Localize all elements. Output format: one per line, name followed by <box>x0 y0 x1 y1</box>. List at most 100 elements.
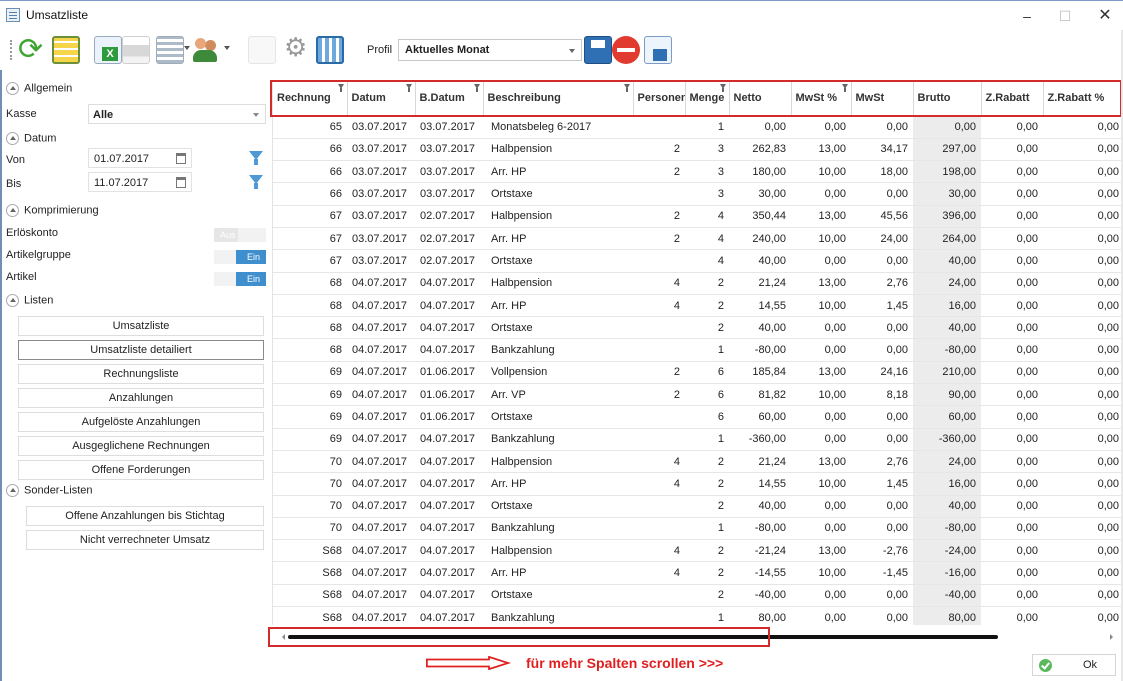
table-cell <box>633 316 685 340</box>
users-icon[interactable] <box>192 36 220 64</box>
filter-icon[interactable] <box>248 150 264 166</box>
column-header-beschreibung[interactable]: Beschreibung <box>483 80 634 117</box>
columns-icon[interactable] <box>316 36 344 64</box>
table-row[interactable]: 69 04.07.2017 01.06.2017 Ortstaxe 6 60,00 0,00… <box>273 405 1123 429</box>
column-header-z-rabatt[interactable]: Z.Rabatt % <box>1043 80 1123 117</box>
list-button-offene-anzahlungen-stichtag[interactable]: Offene Anzahlungen bis Stichtag <box>26 506 264 526</box>
scrollbar-thumb[interactable] <box>288 635 998 639</box>
filter-icon[interactable] <box>473 84 480 92</box>
list-button-umsatzliste-detailiert[interactable]: Umsatzliste detailiert <box>18 340 264 360</box>
column-header-mwst[interactable]: MwSt <box>851 80 914 117</box>
column-header-personen[interactable]: Personen <box>633 80 686 117</box>
delete-icon[interactable] <box>612 36 640 64</box>
section-sonder-listen[interactable]: Sonder-Listen <box>6 484 93 502</box>
horizontal-scrollbar[interactable] <box>272 628 1123 646</box>
erloeskonto-toggle[interactable]: Aus <box>214 228 266 242</box>
table-row[interactable]: 65 03.07.2017 03.07.2017 Monatsbeleg 6-2017… <box>273 116 1123 139</box>
table-row[interactable]: 66 03.07.2017 03.07.2017 Ortstaxe 3 30,00 0,00… <box>273 182 1123 206</box>
chevron-down-icon[interactable] <box>184 46 190 50</box>
table-row[interactable]: 69 04.07.2017 04.07.2017 Bankzahlung 1 -360,0… <box>273 428 1123 451</box>
table-row[interactable]: 70 04.07.2017 04.07.2017 Ortstaxe 2 40,00 0,00… <box>273 495 1123 518</box>
table-cell: 04.07.2017 <box>415 294 483 318</box>
bis-date-input[interactable]: 11.07.2017 <box>88 172 192 192</box>
table-cell: -40,00 <box>729 584 791 608</box>
list-icon[interactable] <box>156 36 184 64</box>
scroll-right-icon[interactable] <box>1110 634 1113 640</box>
artikelgruppe-toggle[interactable]: Ein <box>214 250 266 264</box>
column-header-mwst[interactable]: MwSt % <box>791 80 852 117</box>
column-header-rechnung[interactable]: Rechnung <box>273 80 348 117</box>
table-row[interactable]: 67 03.07.2017 02.07.2017 Arr. HP 2 4 240,00 10,… <box>273 227 1123 251</box>
table-row[interactable]: 67 03.07.2017 02.07.2017 Halbpension 2 4 350,4… <box>273 205 1123 228</box>
calendar-icon[interactable] <box>176 153 186 164</box>
filter-icon[interactable] <box>841 84 848 92</box>
table-row[interactable]: S68 04.07.2017 04.07.2017 Arr. HP 4 2 -14,55 10… <box>273 561 1123 585</box>
save-as-icon[interactable] <box>644 36 672 64</box>
collapse-icon[interactable] <box>6 82 19 95</box>
toolbar-grip[interactable] <box>10 40 13 60</box>
chevron-down-icon[interactable] <box>224 46 230 50</box>
column-header-menge[interactable]: Menge <box>685 80 730 117</box>
collapse-icon[interactable] <box>6 484 19 497</box>
column-header-netto[interactable]: Netto <box>729 80 792 117</box>
table-row[interactable]: S68 04.07.2017 04.07.2017 Bankzahlung 1 80,00… <box>273 606 1123 625</box>
list-button-aufgeloeste-anzahlungen[interactable]: Aufgelöste Anzahlungen <box>18 412 264 432</box>
table-row[interactable]: S68 04.07.2017 04.07.2017 Halbpension 4 2 -21,… <box>273 539 1123 563</box>
section-datum[interactable]: Datum <box>6 132 56 150</box>
list-button-nicht-verrechneter-umsatz[interactable]: Nicht verrechneter Umsatz <box>26 530 264 550</box>
column-header-z-rabatt[interactable]: Z.Rabatt <box>981 80 1044 117</box>
table-row[interactable]: 69 04.07.2017 01.06.2017 Arr. VP 2 6 81,82 10,0… <box>273 383 1123 407</box>
profile-select[interactable]: Aktuelles Monat <box>398 39 582 61</box>
minimize-button[interactable]: – <box>1012 5 1042 27</box>
filter-icon[interactable] <box>405 84 412 92</box>
table-cell: Arr. HP <box>483 472 633 496</box>
artikel-toggle[interactable]: Ein <box>214 272 266 286</box>
settings-icon[interactable] <box>282 33 310 64</box>
save-icon[interactable] <box>584 36 612 64</box>
refresh-icon[interactable] <box>18 32 46 67</box>
print-icon[interactable] <box>122 36 150 64</box>
ok-button[interactable]: Ok <box>1032 654 1116 676</box>
excel-export-icon[interactable] <box>94 36 122 64</box>
collapse-icon[interactable] <box>6 132 19 145</box>
table-row[interactable]: 68 04.07.2017 04.07.2017 Arr. HP 4 2 14,55 10,0… <box>273 294 1123 318</box>
list-button-offene-forderungen[interactable]: Offene Forderungen <box>18 460 264 480</box>
filter-icon[interactable] <box>248 174 264 190</box>
table-row[interactable]: 68 04.07.2017 04.07.2017 Ortstaxe 2 40,00 0,00… <box>273 316 1123 340</box>
collapse-icon[interactable] <box>6 294 19 307</box>
column-header-brutto[interactable]: Brutto <box>913 80 982 117</box>
list-button-umsatzliste[interactable]: Umsatzliste <box>18 316 264 336</box>
kasse-select[interactable]: Alle <box>88 104 266 124</box>
maximize-button[interactable]: ☐ <box>1050 5 1080 27</box>
grid-icon[interactable] <box>52 36 80 64</box>
column-header-b-datum[interactable]: B.Datum <box>415 80 484 117</box>
section-komprimierung[interactable]: Komprimierung <box>6 204 99 222</box>
table-row[interactable]: 66 03.07.2017 03.07.2017 Arr. HP 2 3 180,00 10,… <box>273 160 1123 184</box>
table-cell: 40,00 <box>729 495 791 518</box>
column-header-datum[interactable]: Datum <box>347 80 416 117</box>
table-row[interactable]: S68 04.07.2017 04.07.2017 Ortstaxe 2 -40,00 0,… <box>273 584 1123 608</box>
table-cell: 04.07.2017 <box>347 428 415 451</box>
von-date-input[interactable]: 01.07.2017 <box>88 148 192 168</box>
section-allgemein[interactable]: Allgemein <box>6 82 72 100</box>
collapse-icon[interactable] <box>6 204 19 217</box>
list-button-ausgeglichene-rechnungen[interactable]: Ausgeglichene Rechnungen <box>18 436 264 456</box>
calendar-icon[interactable] <box>176 177 186 188</box>
list-button-anzahlungen[interactable]: Anzahlungen <box>18 388 264 408</box>
scroll-left-icon[interactable] <box>282 634 285 640</box>
table-row[interactable]: 70 04.07.2017 04.07.2017 Arr. HP 4 2 14,55 10,0… <box>273 472 1123 496</box>
table-row[interactable]: 70 04.07.2017 04.07.2017 Halbpension 4 2 21,24… <box>273 450 1123 474</box>
table-row[interactable]: 68 04.07.2017 04.07.2017 Bankzahlung 1 -80,00… <box>273 338 1123 362</box>
table-row[interactable]: 67 03.07.2017 02.07.2017 Ortstaxe 4 40,00 0,00… <box>273 249 1123 273</box>
table-row[interactable]: 69 04.07.2017 01.06.2017 Vollpension 2 6 185,8… <box>273 361 1123 385</box>
table-row[interactable]: 70 04.07.2017 04.07.2017 Bankzahlung 1 -80,00… <box>273 517 1123 541</box>
filter-icon[interactable] <box>719 84 726 92</box>
table-row[interactable]: 66 03.07.2017 03.07.2017 Halbpension 2 3 262,8… <box>273 138 1123 162</box>
filter-icon[interactable] <box>623 84 630 92</box>
list-button-rechnungsliste[interactable]: Rechnungsliste <box>18 364 264 384</box>
paste-icon[interactable] <box>248 36 276 64</box>
filter-icon[interactable] <box>337 84 344 92</box>
table-row[interactable]: 68 04.07.2017 04.07.2017 Halbpension 4 2 21,24… <box>273 272 1123 295</box>
close-button[interactable]: ✕ <box>1090 5 1120 27</box>
section-listen[interactable]: Listen <box>6 294 53 312</box>
